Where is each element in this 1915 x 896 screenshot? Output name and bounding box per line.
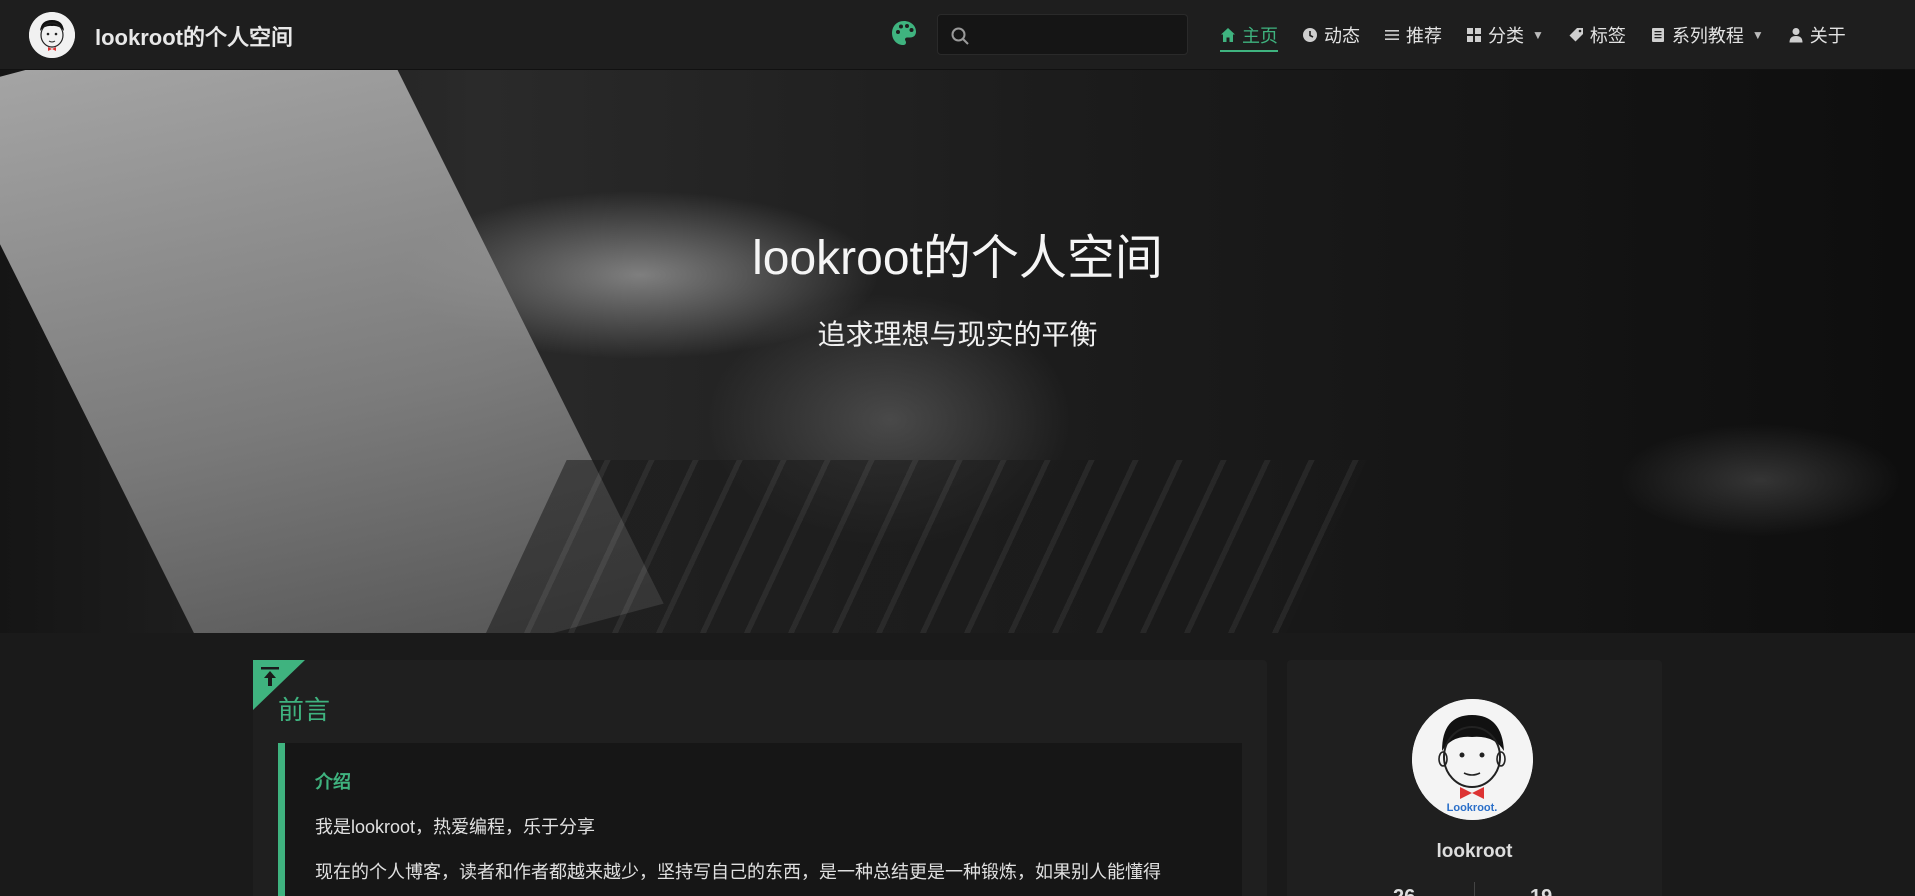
hero-title: lookroot的个人空间 — [752, 232, 1163, 285]
search-icon — [951, 27, 969, 45]
nav-item-tags[interactable]: 标签 — [1556, 0, 1638, 70]
main-nav: 主页 动态 推荐 分类 ▼ 标签 系列教程 ▼ 关于 — [1208, 0, 1858, 70]
nav-item-category[interactable]: 分类 ▼ — [1454, 0, 1556, 70]
nav-item-activity[interactable]: 动态 — [1290, 0, 1372, 70]
grid-icon — [1467, 28, 1481, 42]
nav-item-recommend[interactable]: 推荐 — [1372, 0, 1454, 70]
clock-icon — [1303, 28, 1317, 42]
nav-item-series[interactable]: 系列教程 ▼ — [1638, 0, 1776, 70]
nav-item-about[interactable]: 关于 — [1776, 0, 1858, 70]
list-icon — [1385, 30, 1399, 40]
profile-name: lookroot — [1436, 841, 1513, 862]
palette-icon[interactable] — [890, 19, 918, 47]
pin-top-icon — [253, 660, 305, 710]
intro-blockquote: 介绍 我是lookroot，热爱编程，乐于分享 现在的个人博客，读者和作者都越来… — [278, 743, 1242, 896]
nav-label: 关于 — [1809, 26, 1846, 46]
stat-divider — [1474, 882, 1475, 896]
hero-background-keyboard — [473, 460, 1367, 633]
chevron-down-icon: ▼ — [1751, 28, 1764, 42]
nav-label: 系列教程 — [1671, 26, 1744, 46]
hero-subtitle: 追求理想与现实的平衡 — [817, 319, 1098, 350]
quote-heading: 介绍 — [315, 772, 351, 792]
nav-label: 推荐 — [1406, 26, 1442, 46]
quote-paragraph: 我是lookroot，热爱编程，乐于分享 — [315, 817, 596, 837]
search-input[interactable] — [938, 15, 1187, 54]
nav-label: 动态 — [1324, 26, 1360, 46]
tag-icon — [1569, 28, 1583, 42]
stat-count[interactable]: 26 — [1393, 886, 1415, 896]
stat-count[interactable]: 19 — [1530, 886, 1552, 896]
avatar[interactable]: Lookroot. — [1412, 699, 1533, 820]
site-logo[interactable] — [29, 12, 75, 58]
quote-paragraph: 现在的个人博客，读者和作者都越来越少，坚持写自己的东西，是一种总结更是一种锻炼，… — [315, 862, 1161, 882]
nav-label: 主页 — [1242, 26, 1278, 46]
nav-label: 分类 — [1488, 26, 1524, 46]
user-icon — [1789, 28, 1803, 43]
search-box — [937, 14, 1188, 55]
nav-label: 标签 — [1589, 26, 1626, 46]
book-icon — [1651, 28, 1664, 42]
top-navbar: lookroot的个人空间 主页 动态 推荐 分类 ▼ 标签 系列教程 ▼ 关于 — [0, 0, 1915, 70]
svg-text:Lookroot.: Lookroot. — [1447, 802, 1498, 814]
home-icon — [1221, 28, 1235, 42]
nav-item-home[interactable]: 主页 — [1208, 0, 1290, 70]
site-title[interactable]: lookroot的个人空间 — [95, 20, 293, 52]
chevron-down-icon: ▼ — [1532, 28, 1544, 42]
